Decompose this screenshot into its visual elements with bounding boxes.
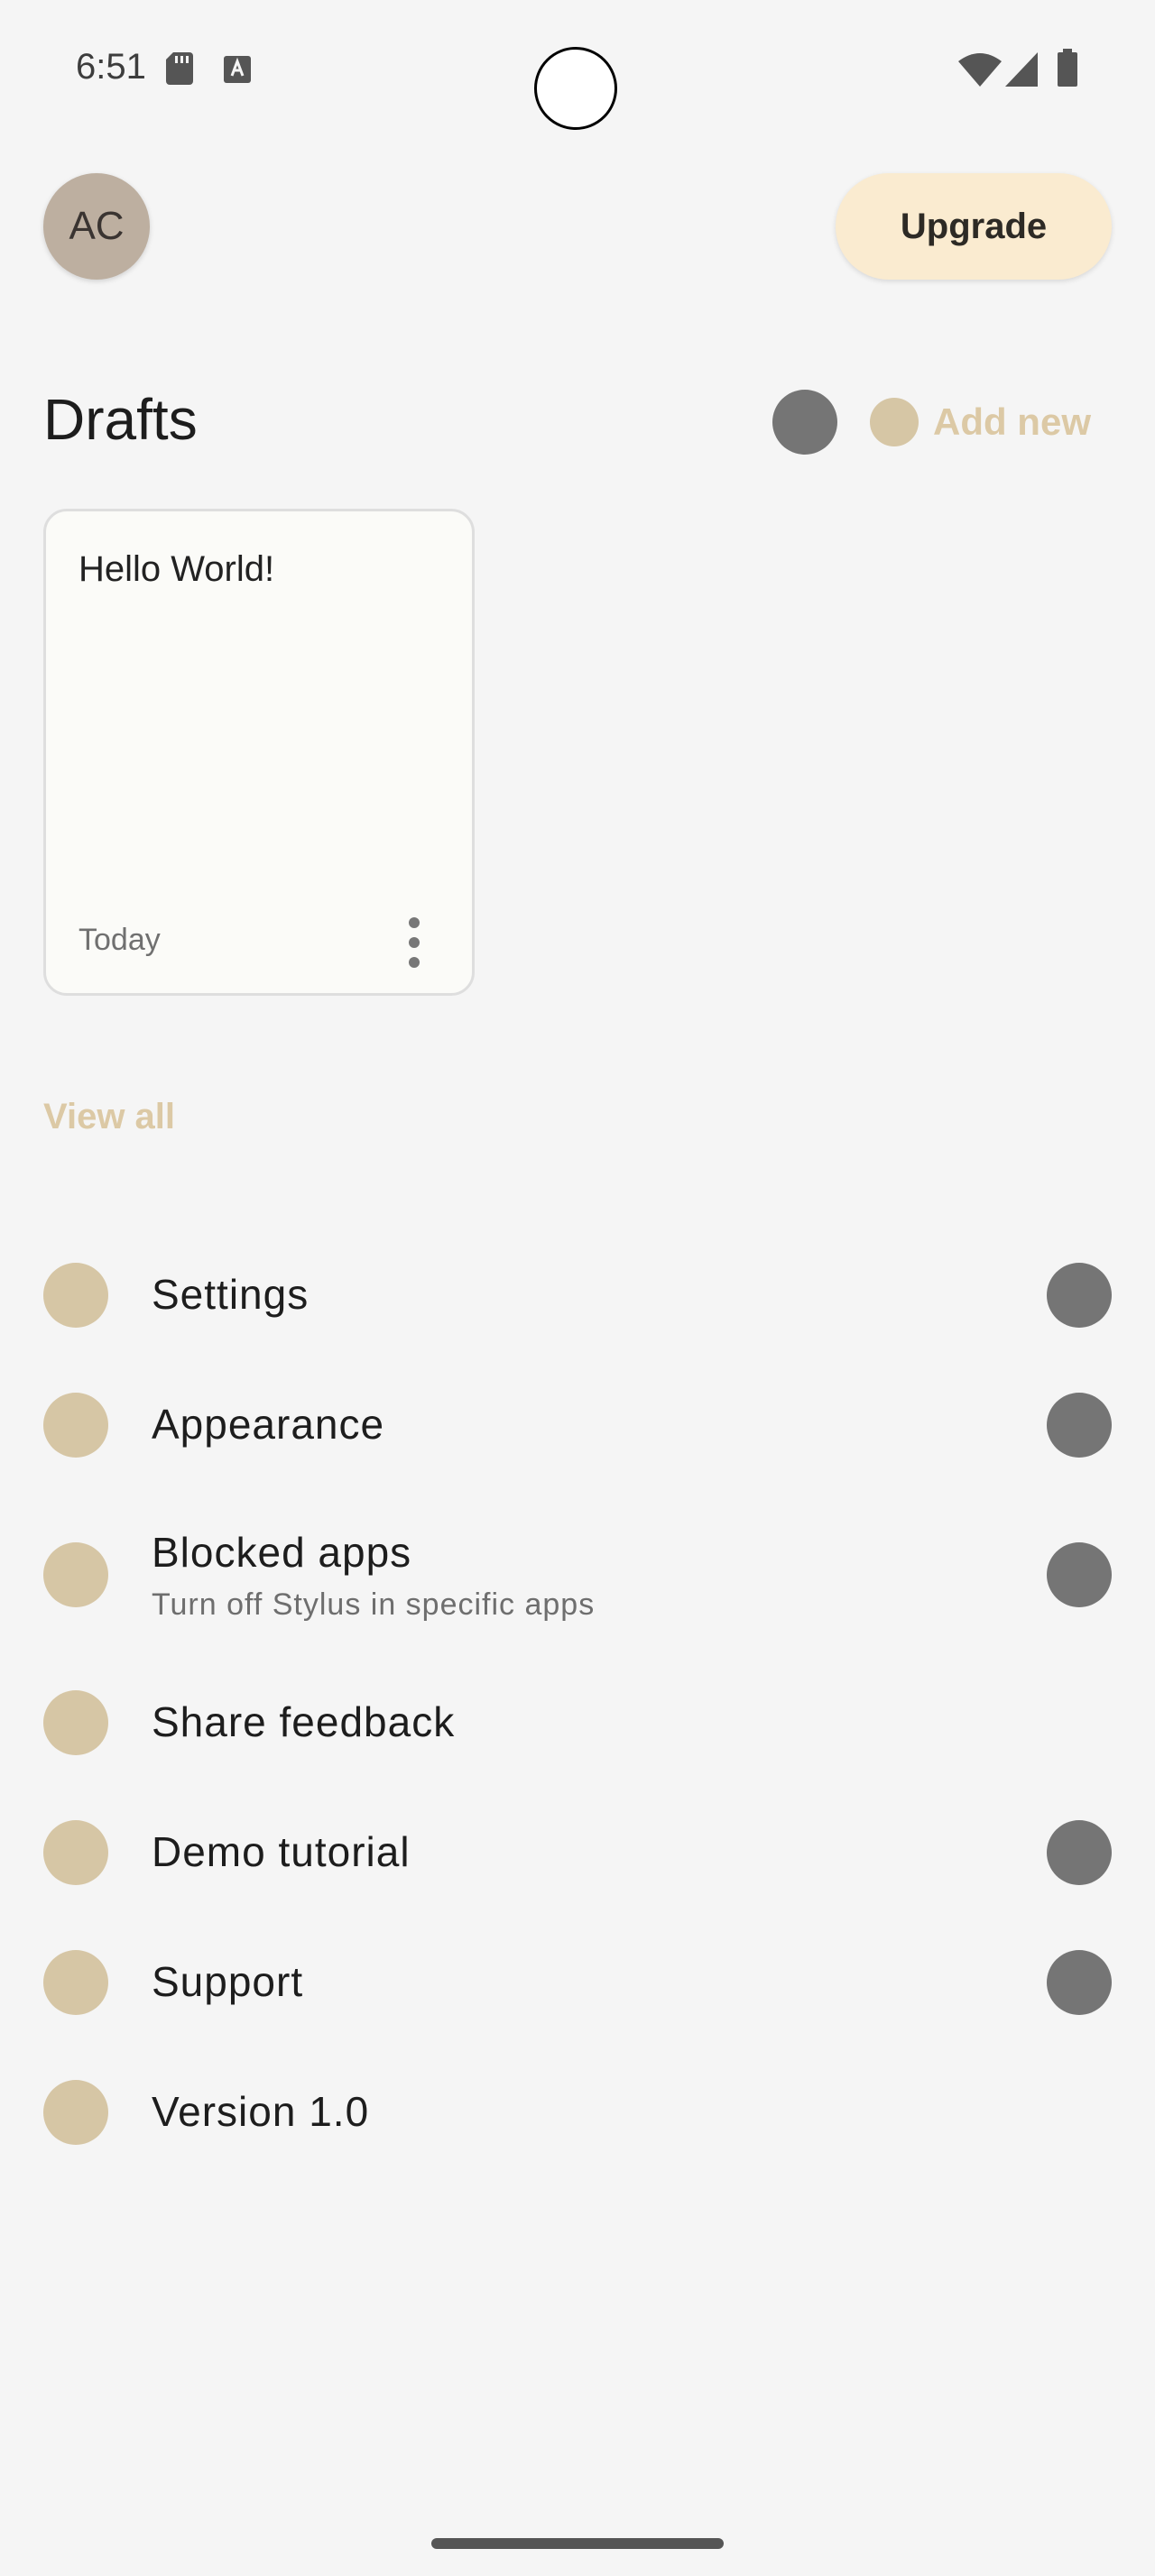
appearance-icon	[43, 1393, 108, 1458]
status-time: 6:51	[76, 47, 146, 87]
add-new-label: Add new	[933, 400, 1091, 443]
menu-item-version: Version 1.0	[0, 2067, 1155, 2157]
menu-item-label: Version 1.0	[152, 2088, 370, 2135]
menu-item-subtitle: Turn off Stylus in specific apps	[152, 1587, 596, 1622]
draft-card-title: Hello World!	[79, 549, 275, 589]
menu-item-blocked-apps[interactable]: Blocked apps Turn off Stylus in specific…	[0, 1521, 1155, 1629]
chevron-right-icon	[1047, 1542, 1112, 1607]
a-notification-icon	[224, 56, 251, 83]
drafts-filter-icon[interactable]	[772, 390, 837, 455]
menu-item-appearance[interactable]: Appearance	[0, 1380, 1155, 1470]
menu-item-support[interactable]: Support	[0, 1937, 1155, 2028]
feedback-icon	[43, 1690, 108, 1755]
chevron-right-icon	[1047, 1950, 1112, 2015]
menu-item-label: Demo tutorial	[152, 1828, 411, 1875]
draft-card-date: Today	[79, 923, 161, 957]
menu-item-demo-tutorial[interactable]: Demo tutorial	[0, 1808, 1155, 1898]
sd-card-icon	[166, 52, 193, 85]
add-new-button[interactable]: Add new	[870, 395, 1091, 449]
settings-icon	[43, 1263, 108, 1328]
menu-item-settings[interactable]: Settings	[0, 1250, 1155, 1340]
support-icon	[43, 1950, 108, 2015]
signal-icon	[1005, 52, 1038, 87]
menu-item-label: Share feedback	[152, 1698, 456, 1745]
chevron-right-icon	[1047, 1263, 1112, 1328]
menu-item-label: Settings	[152, 1271, 310, 1318]
blocked-apps-icon	[43, 1542, 108, 1607]
front-camera	[534, 47, 617, 130]
home-indicator[interactable]	[431, 2538, 724, 2549]
draft-card[interactable]: Hello World! Today	[43, 509, 475, 996]
wifi-icon	[958, 53, 1002, 87]
menu-item-label: Support	[152, 1958, 304, 2005]
tutorial-icon	[43, 1820, 108, 1885]
menu-item-label: Blocked apps	[152, 1529, 412, 1576]
drafts-title: Drafts	[43, 387, 198, 452]
upgrade-button[interactable]: Upgrade	[836, 173, 1112, 280]
menu-item-label: Appearance	[152, 1401, 385, 1448]
battery-icon	[1058, 49, 1077, 87]
add-icon	[870, 398, 919, 446]
more-options-icon[interactable]	[403, 917, 425, 968]
avatar[interactable]: AC	[43, 173, 150, 280]
menu-item-share-feedback[interactable]: Share feedback	[0, 1678, 1155, 1768]
chevron-right-icon	[1047, 1820, 1112, 1885]
chevron-right-icon	[1047, 1393, 1112, 1458]
view-all-link[interactable]: View all	[43, 1097, 175, 1137]
info-icon	[43, 2080, 108, 2145]
